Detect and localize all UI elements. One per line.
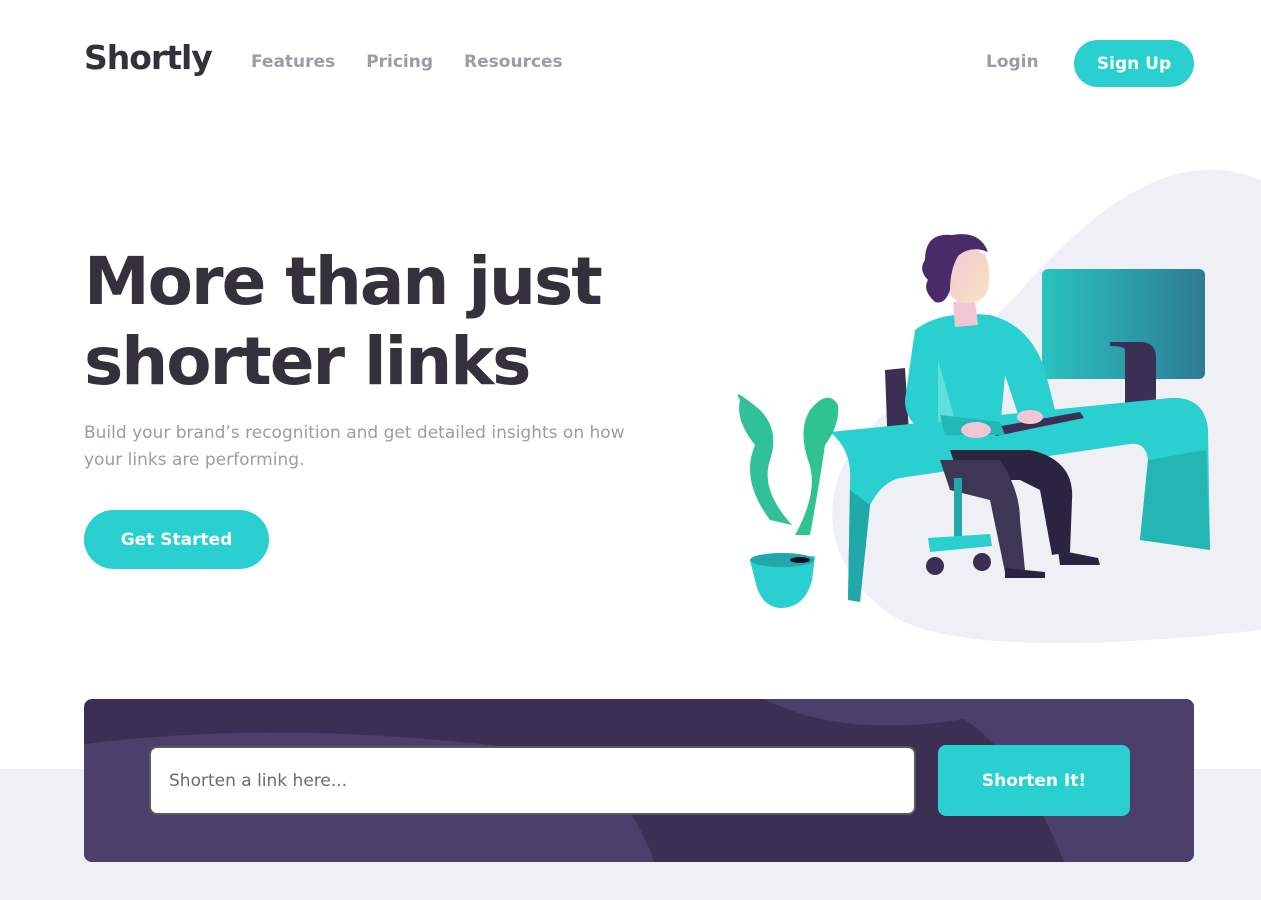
hand-right [1017, 410, 1043, 424]
hero-title-line-1: More than just [84, 243, 603, 320]
nav-pricing[interactable]: Pricing [366, 52, 433, 72]
sign-up-button[interactable]: Sign Up [1074, 40, 1194, 87]
monitor [1042, 269, 1205, 379]
chair-pole [954, 478, 962, 538]
desk-leg-right [1140, 450, 1210, 550]
plant-leaf-2 [795, 397, 839, 535]
chair-wheel-1 [926, 557, 944, 575]
get-started-button[interactable]: Get Started [84, 510, 269, 569]
nav-features[interactable]: Features [251, 52, 335, 72]
hero-subtitle: Build your brand’s recognition and get d… [84, 423, 625, 470]
hero-title-line-2: shorter links [84, 323, 531, 400]
plant-leaf-1 [737, 394, 792, 525]
site-header: Shortly Features Pricing Resources Login… [84, 36, 1194, 90]
shorten-form: Shorten It! [84, 699, 1194, 862]
hero-title: More than just shorter links [84, 242, 724, 402]
neck [953, 300, 978, 327]
landing-page: Shortly Features Pricing Resources Login… [0, 0, 1261, 900]
login-link[interactable]: Login [986, 52, 1039, 72]
logo[interactable]: Shortly [84, 38, 213, 77]
plant-pot-soil [790, 557, 810, 563]
main-nav: Features Pricing Resources [251, 52, 563, 72]
nav-resources[interactable]: Resources [464, 52, 563, 72]
hand-left [961, 422, 991, 438]
shorten-it-button[interactable]: Shorten It! [938, 745, 1130, 816]
chair-wheel-2 [973, 553, 991, 571]
person-working-illustration [737, 169, 1261, 644]
shorten-url-input[interactable] [149, 746, 916, 815]
